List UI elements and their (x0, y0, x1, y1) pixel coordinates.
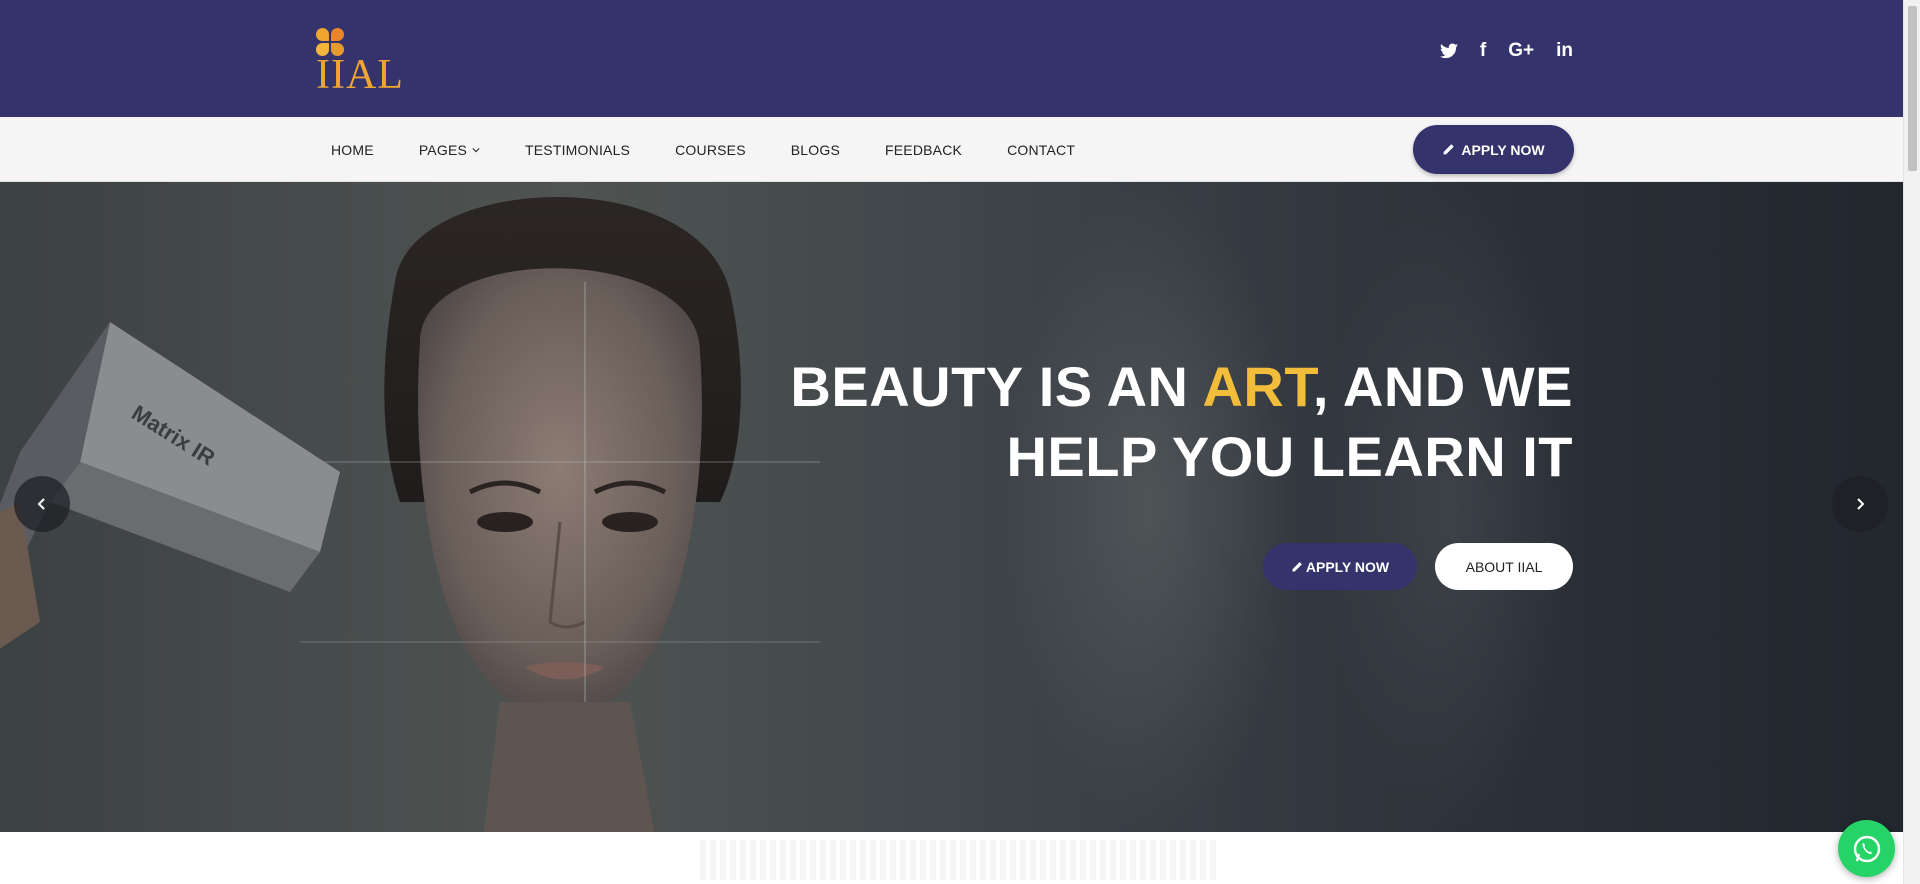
next-section (0, 832, 1903, 884)
chevron-left-icon (37, 498, 45, 510)
hero-actions: APPLY NOW ABOUT IIAL (1263, 543, 1573, 590)
nav-item-label: BLOGS (790, 141, 840, 158)
site-logo[interactable]: IIAL (316, 28, 406, 98)
pencil-icon (1292, 561, 1302, 571)
nav-item-contact[interactable]: CONTACT (991, 142, 1091, 158)
whatsapp-chat-button[interactable] (1838, 820, 1895, 877)
hero-apply-now-button[interactable]: APPLY NOW (1263, 543, 1417, 590)
apply-now-label: APPLY NOW (1461, 141, 1545, 158)
nav-item-label: TESTIMONIALS (525, 141, 631, 158)
nav-item-label: CONTACT (1007, 141, 1076, 158)
pencil-icon (1444, 144, 1455, 155)
slider-next-button[interactable] (1832, 476, 1888, 532)
nav-item-blogs[interactable]: BLOGS (775, 142, 856, 158)
headline-part2: , AND WE (1312, 355, 1573, 418)
scrollbar-thumb[interactable] (1908, 6, 1917, 171)
nav-item-home[interactable]: HOME (315, 142, 390, 158)
nav-item-testimonials[interactable]: TESTIMONIALS (509, 142, 646, 158)
hero-slider: Matrix IR BEAUTY IS AN ART, AND WE HELP … (0, 182, 1903, 832)
nav-item-pages[interactable]: PAGES (403, 142, 496, 158)
google-plus-icon[interactable]: G+ (1508, 38, 1534, 64)
apply-now-button[interactable]: APPLY NOW (1413, 125, 1574, 174)
hero-headline: BEAUTY IS AN ART, AND WE HELP YOU LEARN … (790, 352, 1573, 492)
headline-line2: HELP YOU LEARN IT (1006, 425, 1573, 488)
headline-part1: BEAUTY IS AN (790, 355, 1203, 418)
social-links: f G+ in (1439, 38, 1573, 64)
slider-prev-button[interactable] (14, 476, 70, 532)
chevron-down-icon (472, 147, 480, 152)
logo-text: IIAL (316, 52, 404, 98)
nav-item-label: FEEDBACK (885, 141, 963, 158)
section-decoration (700, 840, 1220, 880)
about-iial-button[interactable]: ABOUT IIAL (1435, 543, 1573, 590)
nav-item-label: COURSES (675, 141, 746, 158)
top-header: IIAL f G+ in (0, 0, 1903, 117)
twitter-icon[interactable] (1439, 43, 1458, 59)
whatsapp-icon (1853, 835, 1880, 862)
hero-apply-label: APPLY NOW (1305, 558, 1390, 575)
nav-item-courses[interactable]: COURSES (659, 142, 762, 158)
page-scrollbar[interactable] (1903, 0, 1920, 884)
nav-item-label: PAGES (418, 141, 468, 158)
chevron-right-icon (1857, 498, 1865, 510)
nav-item-feedback[interactable]: FEEDBACK (869, 142, 978, 158)
headline-highlight: ART (1202, 355, 1313, 418)
main-nav: HOME PAGES TESTIMONIALS COURSES BLOGS FE… (0, 117, 1903, 182)
nav-item-label: HOME (331, 141, 374, 158)
hero-model-image (300, 197, 820, 832)
about-label: ABOUT IIAL (1465, 558, 1543, 575)
facebook-icon[interactable]: f (1480, 38, 1486, 64)
linkedin-icon[interactable]: in (1556, 38, 1573, 64)
